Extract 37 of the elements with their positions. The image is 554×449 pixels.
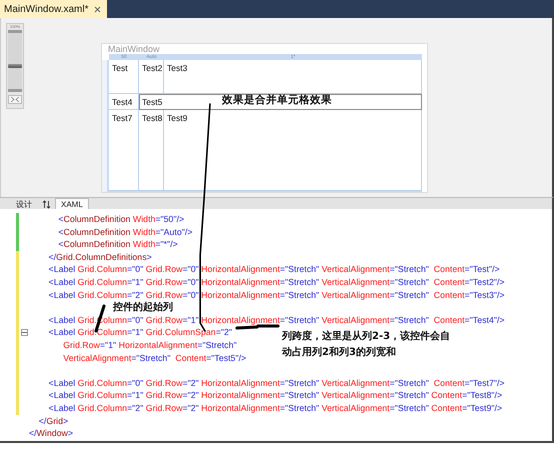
code-line: <ColumnDefinition Width="Auto"/>: [57, 226, 192, 238]
code-line: <Label Grid.Column="2" Grid.Row="2" HorizontalAlignment="Stretch" VerticalAlignment="Stretch" Content="Test9"/>: [48, 402, 502, 414]
code-line: <Label Grid.Column="1" Grid.Row="0" HorizontalAlignment="Stretch" VerticalAlignment="Stretch" Content="Test2"/>: [48, 276, 505, 289]
fit-button[interactable]: [8, 95, 22, 104]
grid-label[interactable]: Test4: [109, 94, 139, 110]
code-line: <Label Grid.Column="1" Grid.ColumnSpan="2": [48, 326, 232, 339]
code-line: </Grid.ColumnDefinitions>: [48, 250, 152, 264]
zoom-slider[interactable]: [8, 30, 22, 92]
grid-label[interactable]: Test: [109, 60, 139, 94]
code-line: <Label Grid.Column="0" Grid.Row="2" HorizontalAlignment="Stretch" VerticalAlignment="Stretch" Content="Test7"/>: [48, 376, 505, 390]
close-icon[interactable]: [94, 6, 102, 12]
grid-label[interactable]: Test9: [164, 110, 422, 191]
code-line: </Grid>: [38, 414, 68, 428]
swap-icon[interactable]: [42, 200, 51, 209]
grid-label[interactable]: Test7: [109, 110, 139, 191]
slider-thumb[interactable]: [8, 64, 22, 68]
marker-stroke: [236, 324, 280, 330]
annotation-text: 控件的起始列: [113, 300, 174, 314]
collapse-toggle[interactable]: [21, 329, 28, 336]
code-line: VerticalAlignment="Stretch" Content="Test5"/>: [62, 352, 246, 364]
window-title: MainWindow: [107, 44, 161, 54]
view-tab[interactable]: 设计: [10, 198, 38, 209]
annotation-text: 列跨度，这里是从列2-3，该控件会自动占用列2和列3的列宽和: [282, 329, 452, 360]
code-line: <Label Grid.Column="0" Grid.Row="0" HorizontalAlignment="Stretch" VerticalAlignment="Stretch" Content="Test"/>: [48, 263, 500, 276]
annotation-text: 效果是合并单元格效果: [222, 93, 332, 107]
grid-label[interactable]: Test2: [139, 60, 164, 94]
code-line: <ColumnDefinition Width="*"/>: [57, 238, 178, 251]
grid-label[interactable]: Test3: [164, 60, 422, 94]
document-tab[interactable]: MainWindow.xaml*: [0, 0, 108, 18]
code-line: <Label Grid.Column="2" Grid.Row="0" HorizontalAlignment="Stretch" VerticalAlignment="Stretch" Content="Test3"/>: [48, 288, 505, 302]
code-line: <Label Grid.Column="1" Grid.Row="2" HorizontalAlignment="Stretch" VerticalAlignment="Stretch" Content="Test8"/>: [48, 389, 502, 402]
code-line: Grid.Row="1" HorizontalAlignment="Stretch": [62, 338, 237, 352]
grid-label[interactable]: Test8: [139, 110, 164, 191]
code-line: </Window>: [29, 427, 74, 440]
view-tab[interactable]: XAML: [55, 198, 89, 209]
code-line: <ColumnDefinition Width="50"/>: [57, 213, 184, 226]
fit-icon: [11, 97, 19, 102]
